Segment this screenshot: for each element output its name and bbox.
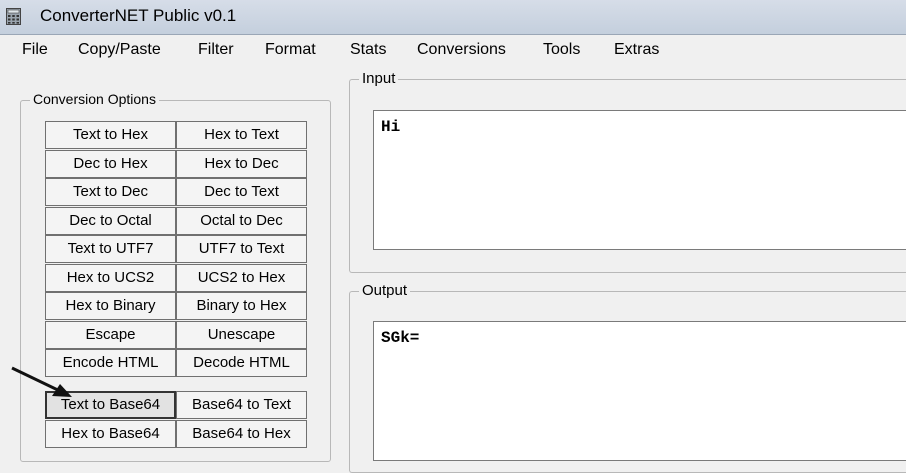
dec-to-hex-button[interactable]: Dec to Hex bbox=[45, 150, 176, 178]
menu-tools[interactable]: Tools bbox=[543, 41, 580, 59]
menu-format[interactable]: Format bbox=[265, 41, 316, 59]
hex-to-base64-button[interactable]: Hex to Base64 bbox=[45, 420, 176, 448]
text-to-hex-button[interactable]: Text to Hex bbox=[45, 121, 176, 149]
hex-to-dec-button[interactable]: Hex to Dec bbox=[176, 150, 307, 178]
conversion-options-label: Conversion Options bbox=[30, 91, 159, 107]
unescape-button[interactable]: Unescape bbox=[176, 321, 307, 349]
hex-to-text-button[interactable]: Hex to Text bbox=[176, 121, 307, 149]
output-textarea[interactable]: SGk= bbox=[373, 321, 906, 461]
input-textarea[interactable]: Hi bbox=[373, 110, 906, 250]
menu-copy-paste[interactable]: Copy/Paste bbox=[78, 41, 161, 59]
dec-to-text-button[interactable]: Dec to Text bbox=[176, 178, 307, 206]
menu-file[interactable]: File bbox=[22, 41, 48, 59]
base64-to-hex-button[interactable]: Base64 to Hex bbox=[176, 420, 307, 448]
ucs2-to-hex-button[interactable]: UCS2 to Hex bbox=[176, 264, 307, 292]
calculator-icon bbox=[6, 8, 21, 25]
escape-button[interactable]: Escape bbox=[45, 321, 176, 349]
menu-conversions[interactable]: Conversions bbox=[417, 41, 506, 59]
menu-filter[interactable]: Filter bbox=[198, 41, 234, 59]
octal-to-dec-button[interactable]: Octal to Dec bbox=[176, 207, 307, 235]
window-title: ConverterNET Public v0.1 bbox=[40, 6, 237, 25]
utf7-to-text-button[interactable]: UTF7 to Text bbox=[176, 235, 307, 263]
title-bar: ConverterNET Public v0.1 bbox=[0, 0, 906, 35]
menu-stats[interactable]: Stats bbox=[350, 41, 386, 59]
dec-to-octal-button[interactable]: Dec to Octal bbox=[45, 207, 176, 235]
binary-to-hex-button[interactable]: Binary to Hex bbox=[176, 292, 307, 320]
text-to-utf7-button[interactable]: Text to UTF7 bbox=[45, 235, 176, 263]
hex-to-ucs2-button[interactable]: Hex to UCS2 bbox=[45, 264, 176, 292]
arrow-pointer-icon bbox=[11, 366, 72, 397]
hex-to-binary-button[interactable]: Hex to Binary bbox=[45, 292, 176, 320]
decode-html-button[interactable]: Decode HTML bbox=[176, 349, 307, 377]
menu-bar: File Copy/Paste Filter Format Stats Conv… bbox=[0, 35, 906, 65]
base64-to-text-button[interactable]: Base64 to Text bbox=[176, 391, 307, 419]
menu-extras[interactable]: Extras bbox=[614, 41, 659, 59]
output-label: Output bbox=[359, 282, 411, 299]
input-label: Input bbox=[359, 70, 399, 87]
text-to-dec-button[interactable]: Text to Dec bbox=[45, 178, 176, 206]
